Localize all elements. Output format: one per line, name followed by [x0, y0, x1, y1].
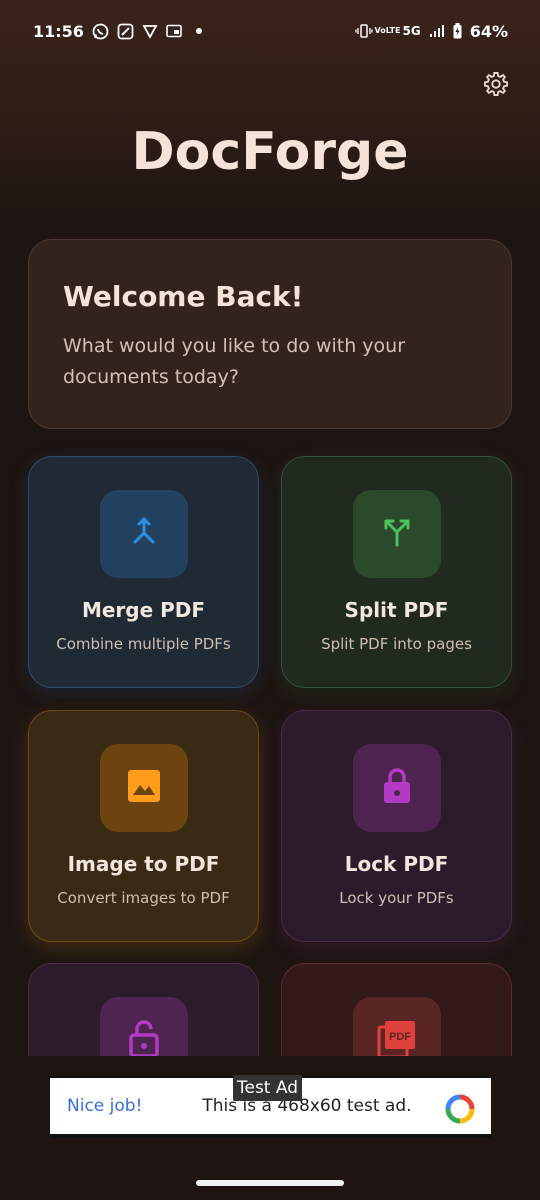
image-icon-box [99, 744, 188, 832]
gear-icon [482, 70, 510, 102]
status-bar: 11:56 VoLTE 5G 64% [0, 0, 540, 62]
settings-button[interactable] [480, 70, 512, 102]
network-type: 5G [402, 24, 421, 38]
welcome-subtitle: What would you like to do with your docu… [63, 335, 406, 388]
signal-icon [429, 24, 445, 38]
vibrate-icon [354, 24, 373, 38]
cast-icon [166, 24, 182, 38]
status-right: VoLTE 5G 64% [354, 21, 508, 41]
split-icon [381, 515, 413, 553]
welcome-card: Welcome Back! What would you like to do … [28, 239, 512, 429]
lock-pdf-tile[interactable]: Lock PDF Lock your PDFs [281, 710, 512, 942]
tools-grid: Merge PDF Combine multiple PDFs Split PD… [0, 440, 540, 1056]
tile-subtitle: Split PDF into pages [321, 635, 472, 653]
image-to-pdf-tile[interactable]: Image to PDF Convert images to PDF [28, 710, 259, 942]
split-icon-box [352, 490, 441, 578]
lock-icon-box [352, 744, 441, 832]
status-left: 11:56 [33, 22, 202, 41]
unlock-icon [128, 1019, 160, 1056]
unlock-pdf-tile[interactable] [28, 963, 259, 1056]
lock-icon [382, 767, 412, 809]
tile-title: Split PDF [344, 598, 449, 622]
pdf-file-icon: PDF [377, 1019, 417, 1056]
gallery-app-icon [117, 23, 134, 40]
ad-headline: Nice job! [67, 1096, 143, 1116]
tile-subtitle: Convert images to PDF [57, 889, 230, 907]
pdf-tool-tile[interactable]: PDF [281, 963, 512, 1056]
ad-logo-icon [445, 1094, 475, 1128]
tile-subtitle: Lock your PDFs [339, 889, 454, 907]
split-pdf-tile[interactable]: Split PDF Split PDF into pages [281, 456, 512, 688]
gesture-nav-handle[interactable] [196, 1180, 344, 1186]
battery-charging-icon [453, 23, 462, 39]
whatsapp-icon [92, 23, 109, 40]
pdf-icon-box: PDF [352, 997, 441, 1056]
ad-label: Test Ad [233, 1075, 303, 1101]
welcome-title: Welcome Back! [63, 280, 304, 313]
app-title: DocForge [131, 122, 409, 182]
tile-title: Lock PDF [344, 852, 449, 876]
battery-percent: 64% [469, 21, 508, 41]
tile-title: Image to PDF [67, 852, 220, 876]
tile-subtitle: Combine multiple PDFs [56, 635, 231, 653]
notification-dot-icon [195, 28, 202, 34]
volte-indicator: VoLTE [374, 26, 401, 35]
merge-icon [129, 515, 159, 553]
status-time: 11:56 [33, 21, 84, 41]
image-icon [127, 769, 161, 807]
unlock-icon-box [99, 997, 188, 1056]
svg-text:PDF: PDF [389, 1031, 411, 1043]
tile-title: Merge PDF [81, 598, 206, 622]
vpn-icon [142, 23, 158, 39]
merge-icon-box [99, 490, 188, 578]
merge-pdf-tile[interactable]: Merge PDF Combine multiple PDFs [28, 456, 259, 688]
